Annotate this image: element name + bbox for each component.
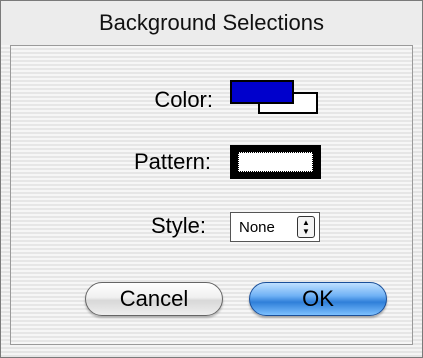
up-arrow-icon[interactable]: ▲ — [302, 218, 310, 227]
dialog-content: Color: Pattern: Style: None ▲ ▼ Cancel O… — [10, 45, 413, 345]
style-value: None — [239, 218, 275, 236]
dialog-title: Background Selections — [1, 1, 422, 45]
style-popup[interactable]: None ▲ ▼ — [230, 212, 320, 242]
dialog-window: Background Selections Color: Pattern: St… — [0, 0, 423, 358]
pattern-label: Pattern: — [133, 149, 211, 174]
cancel-button[interactable]: Cancel — [85, 282, 223, 316]
pattern-preview — [238, 152, 313, 172]
down-arrow-icon[interactable]: ▼ — [302, 227, 310, 236]
foreground-color-swatch[interactable] — [230, 80, 294, 104]
color-label: Color: — [154, 87, 213, 112]
pattern-selector[interactable] — [230, 145, 321, 179]
ok-button[interactable]: OK — [249, 282, 387, 316]
up-down-arrows-icon[interactable]: ▲ ▼ — [297, 216, 315, 238]
style-label: Style: — [150, 213, 206, 238]
